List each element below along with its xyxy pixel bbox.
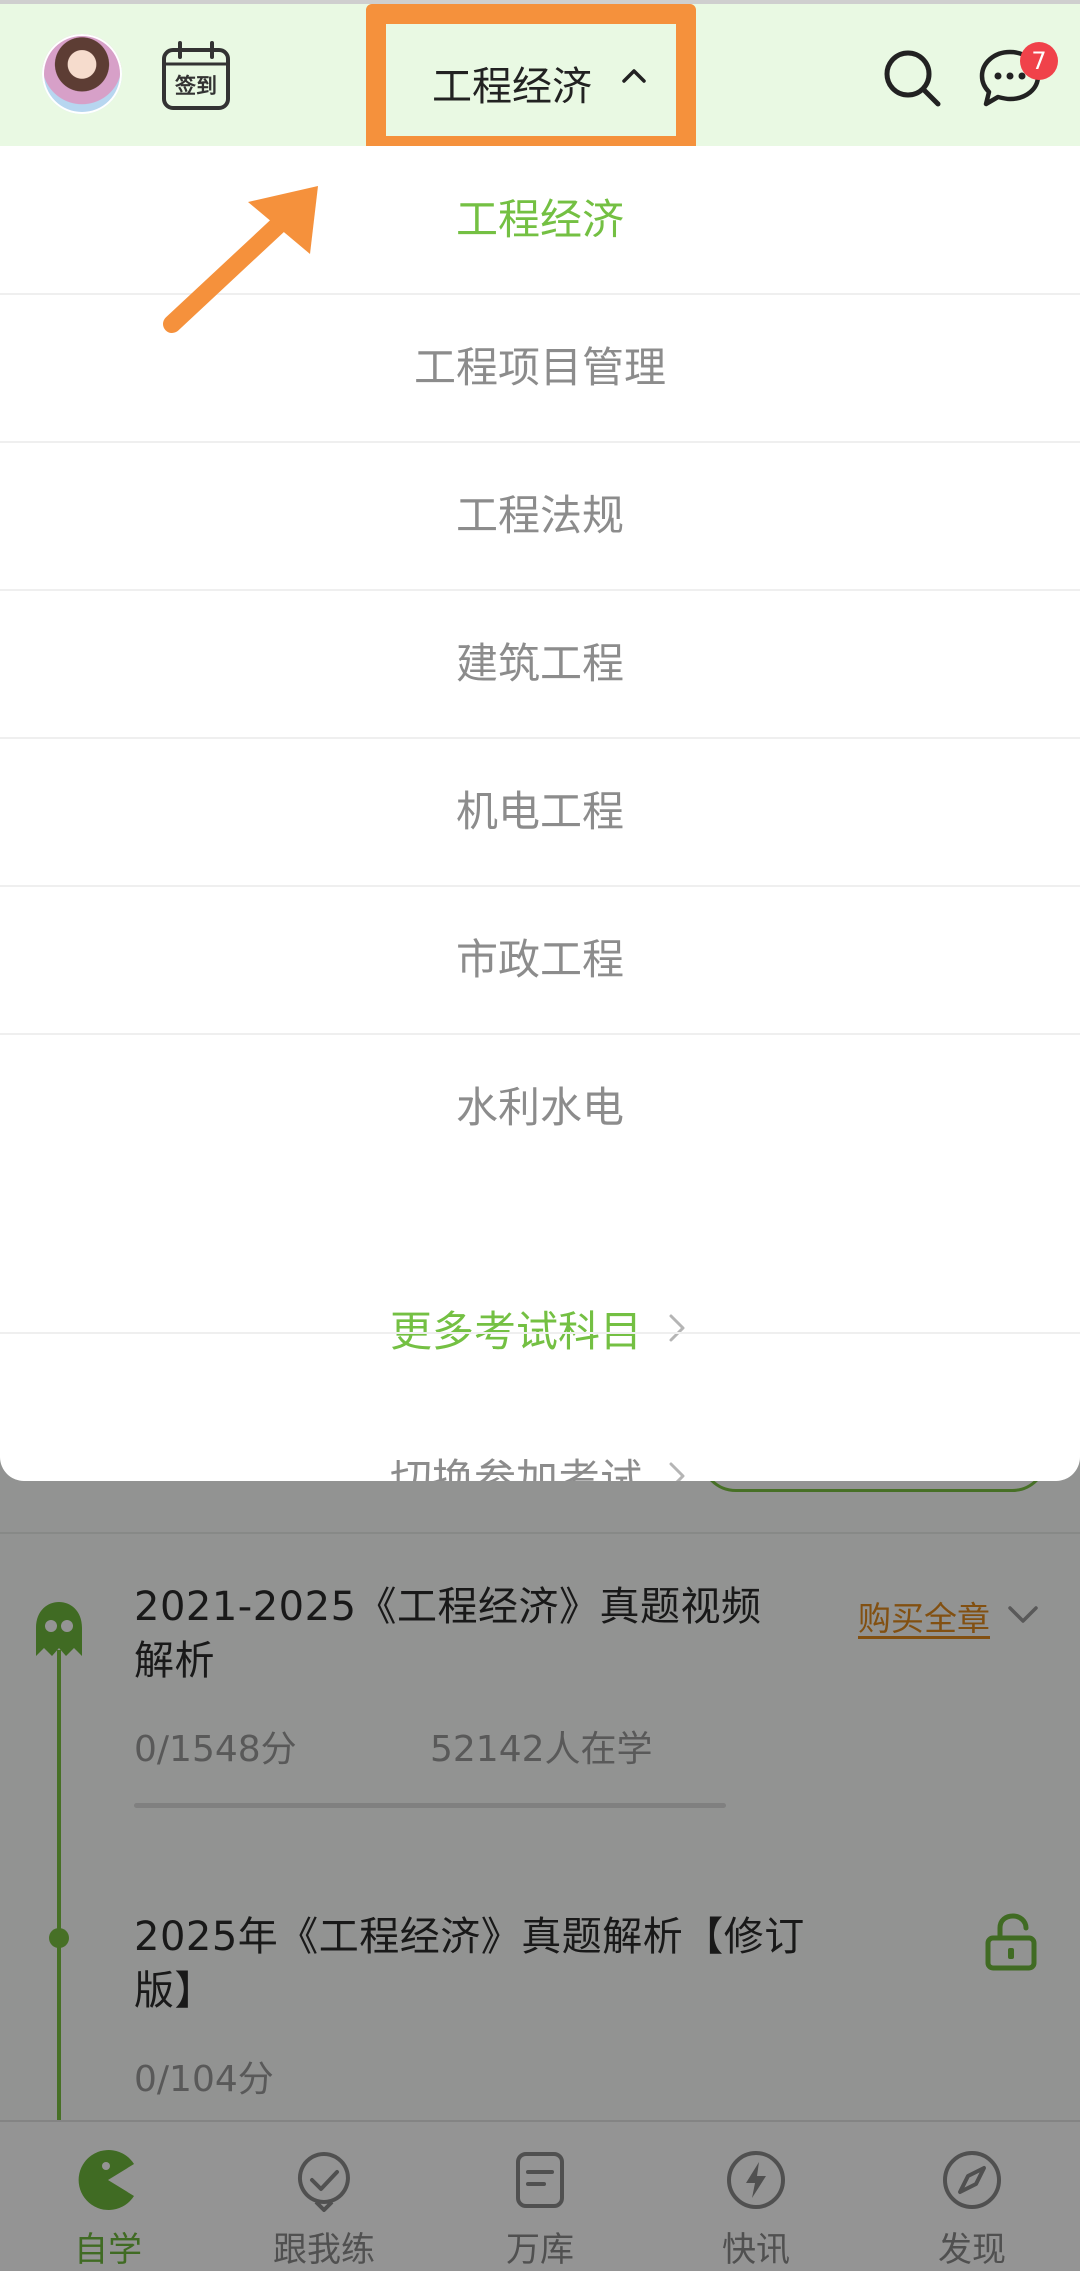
dropdown-option[interactable]: 机电工程 [0,738,1080,886]
message-badge: 7 [1020,42,1058,80]
signin-label[interactable]: 签到 [166,70,226,100]
chevron-right-icon [669,1462,685,1481]
annotation-arrow-icon [163,186,318,333]
exam-selector[interactable]: 工程经济 [432,54,592,112]
switch-exam-link[interactable]: 切换参加考试 [0,1402,1080,1481]
dropdown-divider [0,1332,1080,1334]
search-icon[interactable] [880,46,944,110]
more-subjects-link[interactable]: 更多考试科目 [0,1254,1080,1402]
dropdown-option[interactable]: 建筑工程 [0,590,1080,738]
top-header: 签到 工程经济 7 [0,0,1080,156]
chevron-up-icon[interactable] [618,62,650,90]
dropdown-option[interactable]: 水利水电 [0,1034,1080,1182]
link-label: 切换参加考试 [389,1454,642,1482]
dropdown-option[interactable]: 工程法规 [0,442,1080,590]
dropdown-option[interactable]: 市政工程 [0,886,1080,1034]
chevron-right-icon [669,1314,685,1342]
avatar[interactable] [42,34,122,114]
link-label: 更多考试科目 [389,1306,642,1356]
exam-subject-dropdown: 工程经济 工程项目管理 工程法规 建筑工程 机电工程 市政工程 水利水电 更多考试科目 切换参加… [0,146,1080,1481]
